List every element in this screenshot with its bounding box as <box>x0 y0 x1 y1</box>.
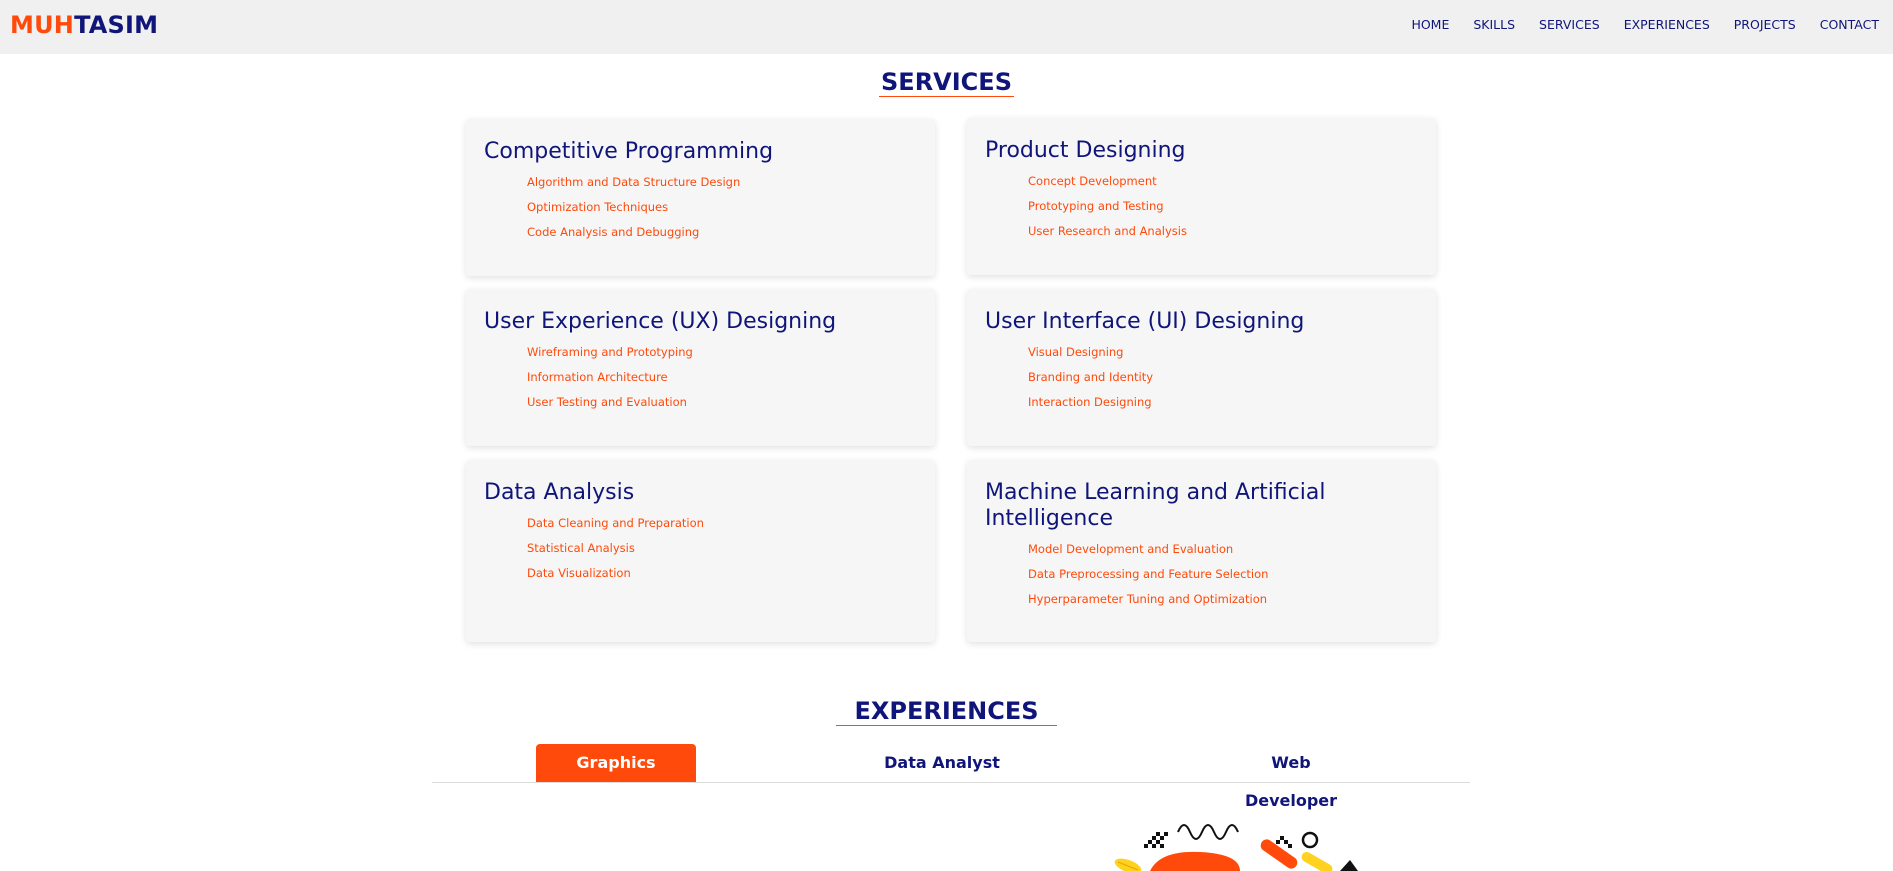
service-card-title: Machine Learning and Artificial Intellig… <box>985 480 1326 531</box>
service-item: Statistical Analysis <box>527 541 635 555</box>
service-card: User Experience (UX) Designing Wireframi… <box>466 289 935 446</box>
service-item: Branding and Identity <box>1028 370 1154 384</box>
service-list: Visual Designing Branding and Identity I… <box>985 340 1418 415</box>
abstract-shapes-illustration <box>1114 824 1358 871</box>
service-card-title: Competitive Programming <box>484 139 774 164</box>
nav-home[interactable]: HOME <box>1411 17 1449 32</box>
experience-illustration <box>1090 810 1410 871</box>
service-item: User Research and Analysis <box>1028 224 1187 238</box>
services-heading: SERVICES <box>0 68 1893 97</box>
service-card-title: User Experience (UX) Designing <box>484 309 837 334</box>
experience-tabs: Graphics Designer Data Analyst Web Devel… <box>432 742 1470 810</box>
service-item: Interaction Designing <box>1028 395 1152 409</box>
nav-skills[interactable]: SKILLS <box>1473 17 1515 32</box>
service-item: Concept Development <box>1028 174 1157 188</box>
nav-contact[interactable]: CONTACT <box>1820 17 1879 32</box>
service-list: Algorithm and Data Structure Design Opti… <box>484 170 917 245</box>
service-item: Hyperparameter Tuning and Optimization <box>1028 592 1268 606</box>
service-item: Visual Designing <box>1028 345 1124 359</box>
service-item: Algorithm and Data Structure Design <box>527 175 741 189</box>
logo[interactable]: MUHTASIM <box>10 11 158 39</box>
service-list: Wireframing and Prototyping Information … <box>484 340 917 415</box>
service-list: Data Cleaning and Preparation Statistica… <box>484 511 917 586</box>
service-item: Model Development and Evaluation <box>1028 542 1234 556</box>
nav-links: HOME SKILLS SERVICES EXPERIENCES PROJECT… <box>1411 17 1879 32</box>
experiences-title: EXPERIENCES <box>836 697 1057 726</box>
service-item: Data Visualization <box>527 566 631 580</box>
tab-graphics-designer[interactable]: Graphics Designer <box>536 744 696 810</box>
service-card-title: User Interface (UI) Designing <box>985 309 1305 334</box>
service-item: Data Cleaning and Preparation <box>527 516 704 530</box>
service-card: Machine Learning and Artificial Intellig… <box>967 460 1436 642</box>
service-list: Concept Development Prototyping and Test… <box>985 169 1418 244</box>
service-item: User Testing and Evaluation <box>527 395 687 409</box>
service-item: Data Preprocessing and Feature Selection <box>1028 567 1269 581</box>
service-card: Competitive Programming Algorithm and Da… <box>466 119 935 276</box>
navbar: MUHTASIM HOME SKILLS SERVICES EXPERIENCE… <box>0 0 1893 54</box>
logo-part-2: TASIM <box>74 11 159 39</box>
service-list: Model Development and Evaluation Data Pr… <box>985 537 1418 612</box>
service-card: User Interface (UI) Designing Visual Des… <box>967 289 1436 446</box>
nav-experiences[interactable]: EXPERIENCES <box>1624 17 1710 32</box>
service-item: Information Architecture <box>527 370 668 384</box>
tab-data-analyst[interactable]: Data Analyst <box>872 744 1012 782</box>
service-item: Optimization Techniques <box>527 200 669 214</box>
service-card: Data Analysis Data Cleaning and Preparat… <box>466 460 935 642</box>
service-item: Prototyping and Testing <box>1028 199 1164 213</box>
experiences-heading: EXPERIENCES <box>0 697 1893 726</box>
logo-part-1: MUH <box>10 11 75 39</box>
nav-projects[interactable]: PROJECTS <box>1734 17 1796 32</box>
service-item: Wireframing and Prototyping <box>527 345 693 359</box>
tab-web-developer[interactable]: Web Developer <box>1226 744 1356 810</box>
nav-services[interactable]: SERVICES <box>1539 17 1600 32</box>
service-card-title: Data Analysis <box>484 480 635 505</box>
service-card: Product Designing Concept Development Pr… <box>967 118 1436 275</box>
services-title: SERVICES <box>879 68 1014 97</box>
service-card-title: Product Designing <box>985 138 1186 163</box>
service-item: Code Analysis and Debugging <box>527 225 700 239</box>
